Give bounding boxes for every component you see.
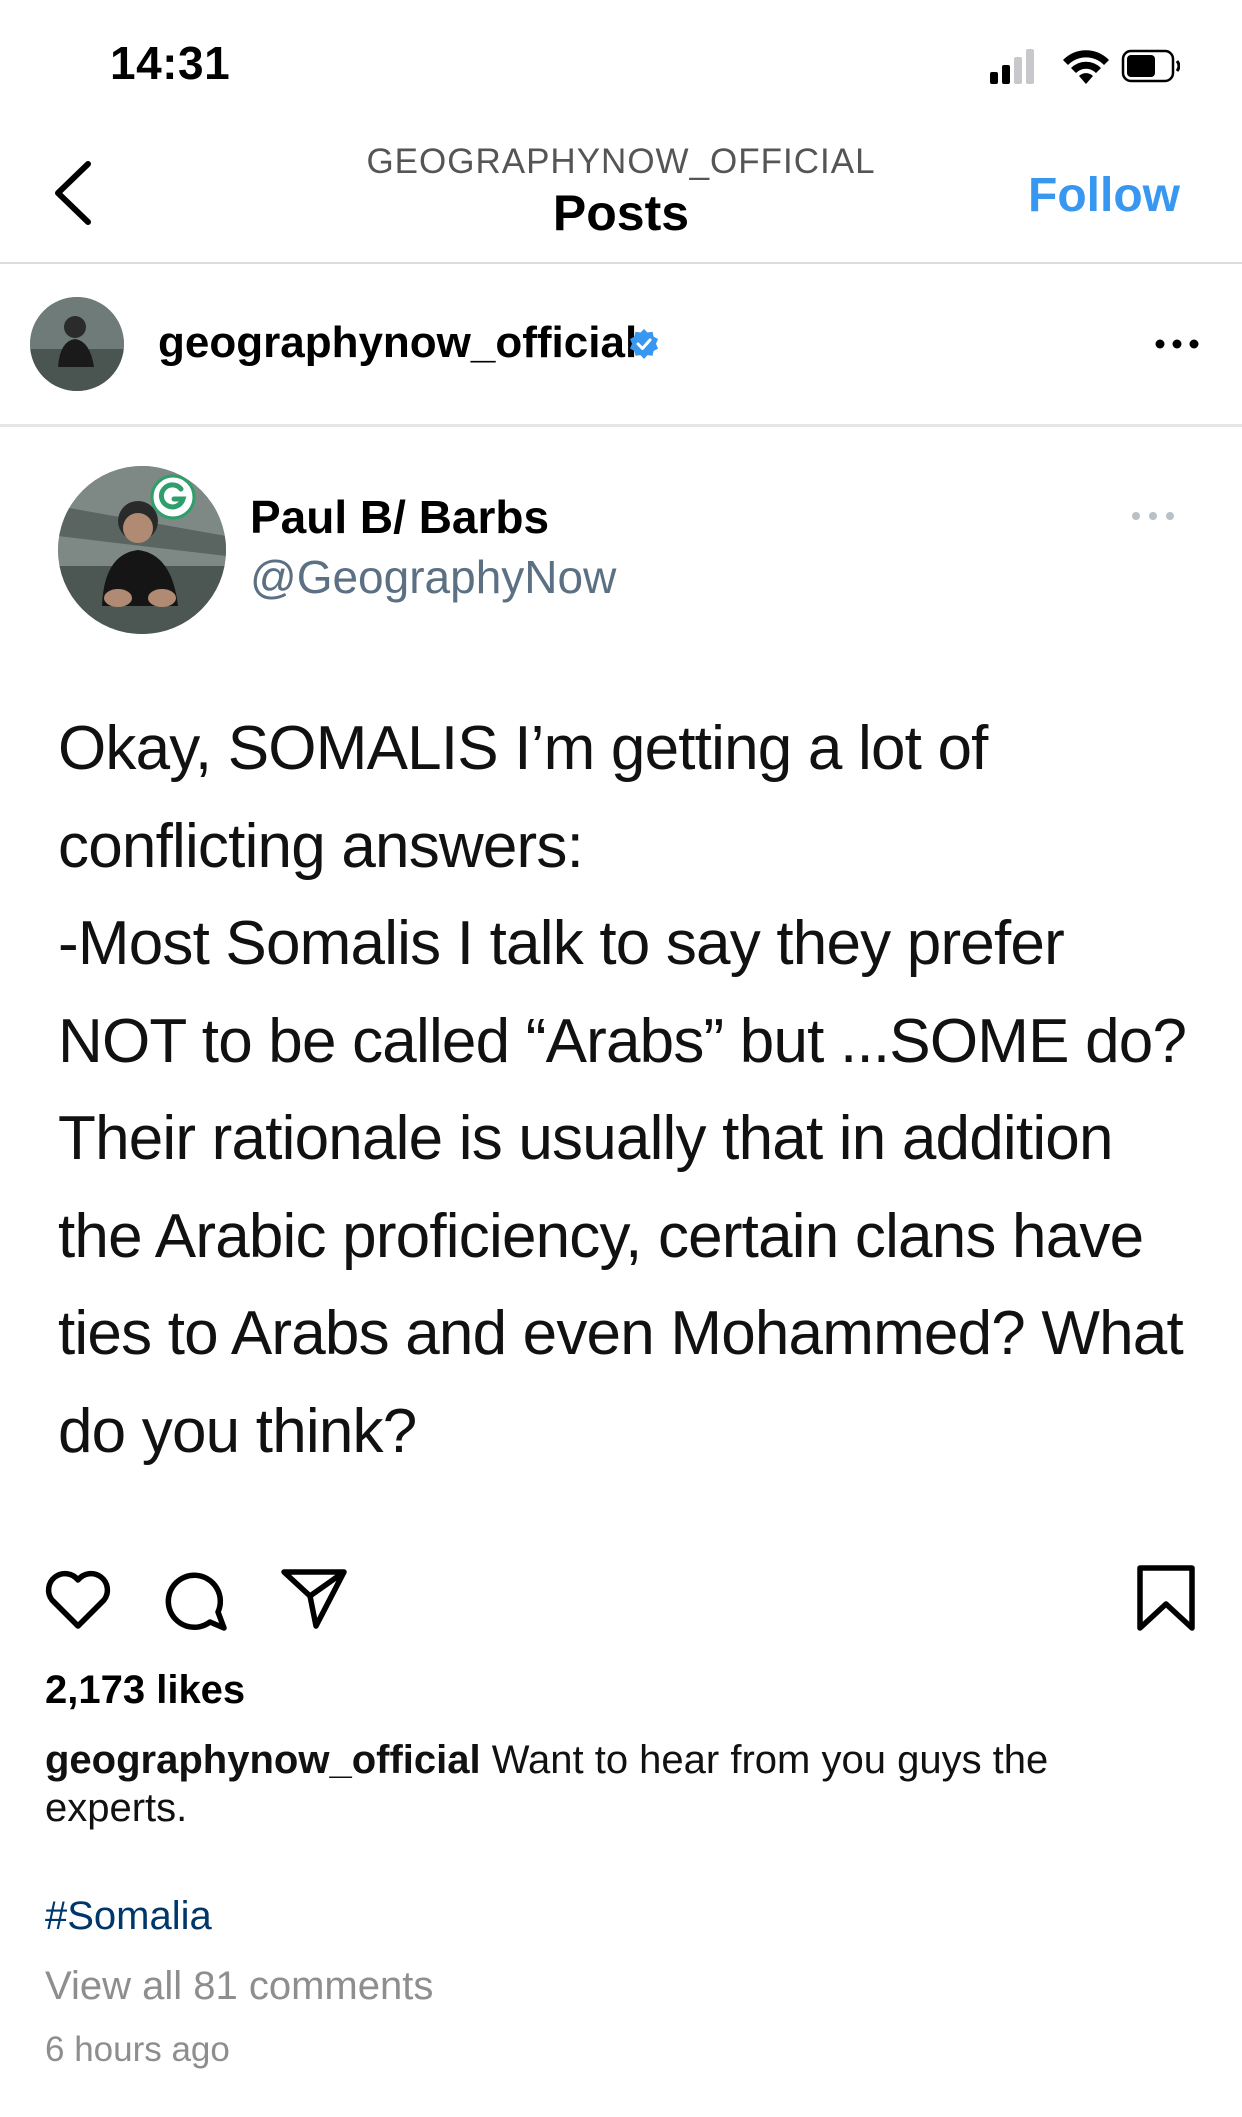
view-comments-link[interactable]: View all 81 comments [45,1964,433,2009]
verified-badge-icon [630,329,658,359]
bookmark-icon[interactable] [1128,1560,1204,1636]
likes-count[interactable]: 2,173 likes [45,1668,245,1713]
share-icon[interactable] [276,1560,352,1636]
status-icons [990,49,1180,84]
post-caption: geographynow_official Want to hear from … [45,1736,1195,1832]
header-divider [0,262,1242,264]
tweet-body-text: Okay, SOMALIS I’m getting a lot of confl… [58,714,1187,1466]
tweet-more-icon [1132,512,1174,520]
caption-username[interactable]: geographynow_official [45,1738,481,1782]
heart-icon[interactable] [40,1560,116,1636]
battery-icon [1121,49,1180,83]
tweet-avatar [58,466,226,634]
hashtag-link[interactable]: #Somalia [45,1894,212,1939]
wifi-icon [1063,50,1109,84]
avatar[interactable] [30,297,124,391]
tweet-author-name: Paul B/ Barbs [250,491,550,543]
follow-button[interactable]: Follow [1028,168,1180,223]
cellular-signal-icon [990,49,1034,84]
more-options-icon[interactable] [1152,334,1202,354]
geography-now-logo-icon [150,474,196,520]
tweet-author-handle: @GeographyNow [250,551,617,603]
status-time: 14:31 [110,37,231,89]
instagram-post-screen: 14:31 GEOGRAPHYNOW_OFFICIAL Posts Follow [0,0,1242,2117]
comment-icon[interactable] [158,1560,234,1636]
post-username[interactable]: geographynow_official [158,318,637,368]
post-timestamp: 6 hours ago [45,2030,230,2069]
post-header-divider [0,424,1242,427]
